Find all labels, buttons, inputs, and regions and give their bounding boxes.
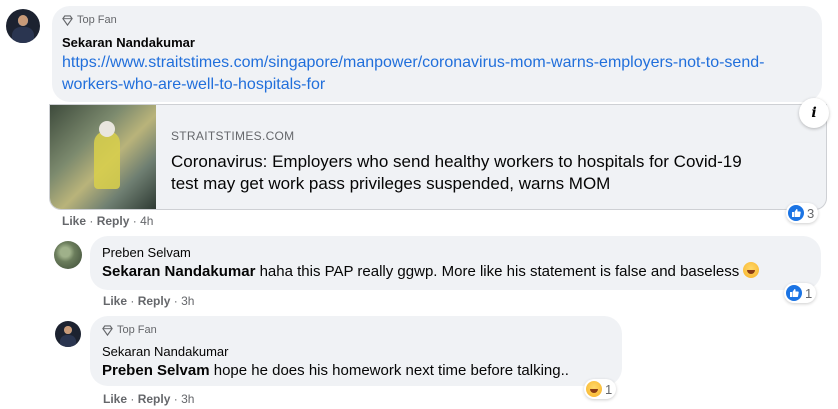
comment-link[interactable]: https://www.straitstimes.com/singapore/m… xyxy=(62,52,822,96)
separator: · xyxy=(132,214,137,228)
haha-icon xyxy=(586,381,602,397)
preview-title[interactable]: Coronavirus: Employers who send healthy … xyxy=(171,151,821,195)
reply-body: hope he does his homework next time befo… xyxy=(209,362,569,379)
diamond-icon xyxy=(102,324,113,336)
haha-emoji-icon xyxy=(743,262,760,278)
reply-bubble: Top Fan Sekaran Nandakumar Preben Selvam… xyxy=(90,316,622,386)
timestamp[interactable]: 3h xyxy=(181,294,194,308)
timestamp[interactable]: 3h xyxy=(181,392,194,406)
avatar[interactable] xyxy=(54,241,82,269)
link-line-2[interactable]: workers-who-are-well-to-hospitals-for xyxy=(62,76,325,93)
diamond-icon xyxy=(62,14,73,26)
separator: · xyxy=(173,392,178,406)
comment-author[interactable]: Sekaran Nandakumar xyxy=(62,35,195,50)
like-icon xyxy=(788,205,804,221)
reaction-count-label: 3 xyxy=(807,205,815,221)
like-button[interactable]: Like xyxy=(103,294,127,308)
reply-author[interactable]: Sekaran Nandakumar xyxy=(102,344,228,359)
reply-author[interactable]: Preben Selvam xyxy=(102,245,191,260)
mention-link[interactable]: Sekaran Nandakumar xyxy=(102,263,255,280)
link-preview-card[interactable]: STRAITSTIMES.COM Coronavirus: Employers … xyxy=(49,104,827,210)
like-button[interactable]: Like xyxy=(103,392,127,406)
reaction-count-label: 1 xyxy=(805,285,813,301)
separator: · xyxy=(173,294,178,308)
like-icon xyxy=(786,285,802,301)
reaction-count[interactable]: 1 xyxy=(784,283,817,303)
preview-thumbnail[interactable] xyxy=(50,105,156,209)
reply-actions: Like · Reply · 3h xyxy=(103,392,194,406)
info-icon[interactable]: i xyxy=(799,98,829,128)
comment-bubble: Top Fan Sekaran Nandakumar https://www.s… xyxy=(52,6,822,102)
reply-body: haha this PAP really ggwp. More like his… xyxy=(255,263,744,280)
comment-actions: Like · Reply · 4h xyxy=(62,214,153,228)
separator: · xyxy=(89,214,94,228)
avatar[interactable] xyxy=(6,9,40,43)
preview-title-line-2[interactable]: test may get work pass privileges suspen… xyxy=(171,174,610,193)
reply-button[interactable]: Reply xyxy=(138,294,171,308)
top-fan-badge: Top Fan xyxy=(102,324,157,336)
top-fan-badge: Top Fan xyxy=(62,14,117,26)
preview-domain: STRAITSTIMES.COM xyxy=(171,129,295,143)
reply-button[interactable]: Reply xyxy=(138,392,171,406)
timestamp[interactable]: 4h xyxy=(140,214,153,228)
top-fan-label: Top Fan xyxy=(77,14,117,26)
reaction-count[interactable]: 3 xyxy=(786,203,819,223)
reply-button[interactable]: Reply xyxy=(97,214,130,228)
avatar[interactable] xyxy=(55,321,81,347)
separator: · xyxy=(130,294,135,308)
reaction-count-label: 1 xyxy=(605,381,613,397)
separator: · xyxy=(130,392,135,406)
reply-bubble: Preben Selvam Sekaran Nandakumar haha th… xyxy=(90,236,821,290)
top-fan-label: Top Fan xyxy=(117,324,157,336)
reply-text: Sekaran Nandakumar haha this PAP really … xyxy=(102,262,760,282)
reaction-count[interactable]: 1 xyxy=(584,379,617,399)
mention-link[interactable]: Preben Selvam xyxy=(102,362,210,379)
link-line-1[interactable]: https://www.straitstimes.com/singapore/m… xyxy=(62,54,764,71)
reply-actions: Like · Reply · 3h xyxy=(103,294,194,308)
preview-title-line-1[interactable]: Coronavirus: Employers who send healthy … xyxy=(171,152,742,171)
reply-text: Preben Selvam hope he does his homework … xyxy=(102,361,569,381)
like-button[interactable]: Like xyxy=(62,214,86,228)
